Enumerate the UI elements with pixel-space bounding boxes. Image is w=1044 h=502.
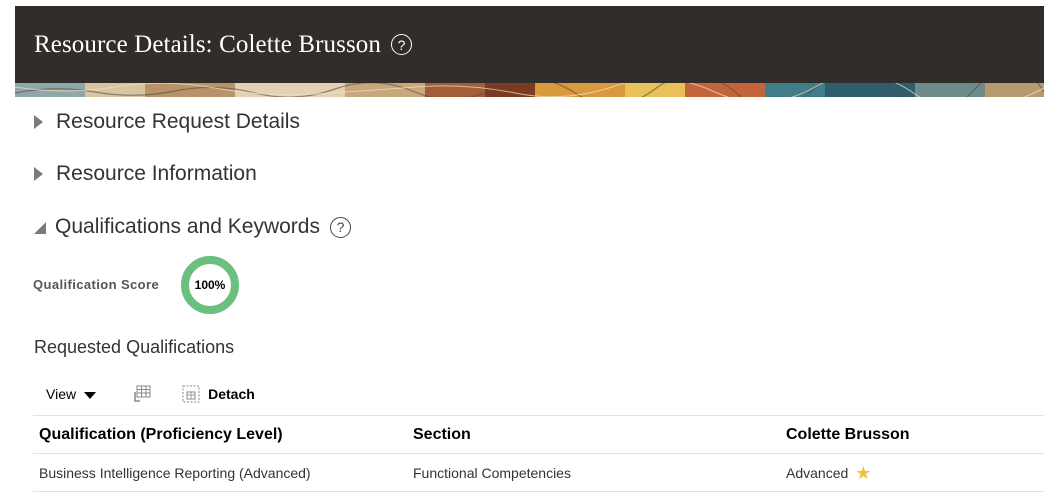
qualification-score-value: 100% [194, 278, 226, 292]
help-icon[interactable]: ? [329, 216, 351, 238]
column-header-section[interactable]: Section [407, 426, 780, 444]
decorative-banner [15, 83, 1044, 97]
chevron-down-icon [84, 391, 97, 399]
table-toolbar: View Detach [33, 380, 255, 408]
section-resource-information[interactable]: Resource Information [34, 162, 257, 186]
page-left-edge [0, 0, 15, 502]
section-label: Resource Information [56, 162, 257, 185]
detach-label: Detach [208, 386, 255, 402]
expand-arrow-icon[interactable] [34, 167, 43, 181]
help-icon[interactable]: ? [391, 34, 412, 55]
requested-qualifications-table: Qualification (Proficiency Level) Sectio… [33, 415, 1044, 492]
proficiency-cell: Advanced ★ [780, 464, 1044, 482]
expand-arrow-icon[interactable] [34, 115, 43, 129]
page-header: Resource Details: Colette Brusson ? [15, 6, 1044, 83]
proficiency-level: Advanced [786, 464, 849, 481]
table-row[interactable]: Business Intelligence Reporting (Advance… [33, 453, 1044, 492]
qualification-score-label: Qualification Score [33, 277, 160, 292]
column-header-candidate[interactable]: Colette Brusson [780, 426, 1044, 444]
section-qualifications-keywords[interactable]: Qualifications and Keywords ? [34, 215, 351, 239]
column-header-qualification[interactable]: Qualification (Proficiency Level) [33, 426, 407, 444]
qualification-cell: Business Intelligence Reporting (Advance… [39, 464, 311, 481]
table-header-row: Qualification (Proficiency Level) Sectio… [33, 415, 1044, 453]
section-resource-request-details[interactable]: Resource Request Details [34, 110, 300, 134]
view-menu-label: View [46, 386, 77, 402]
section-cell: Functional Competencies [413, 464, 571, 481]
page-title: Resource Details: Colette Brusson [34, 30, 381, 58]
view-menu-button[interactable]: View [33, 386, 109, 402]
table-freeze-icon[interactable] [131, 383, 153, 405]
collapse-arrow-icon[interactable] [34, 221, 46, 234]
section-label: Resource Request Details [56, 110, 300, 133]
detach-button[interactable]: Detach [180, 383, 255, 405]
section-label: Qualifications and Keywords [55, 215, 320, 238]
detach-icon [180, 383, 202, 405]
star-icon: ★ [855, 462, 872, 483]
requested-qualifications-heading: Requested Qualifications [34, 337, 235, 357]
